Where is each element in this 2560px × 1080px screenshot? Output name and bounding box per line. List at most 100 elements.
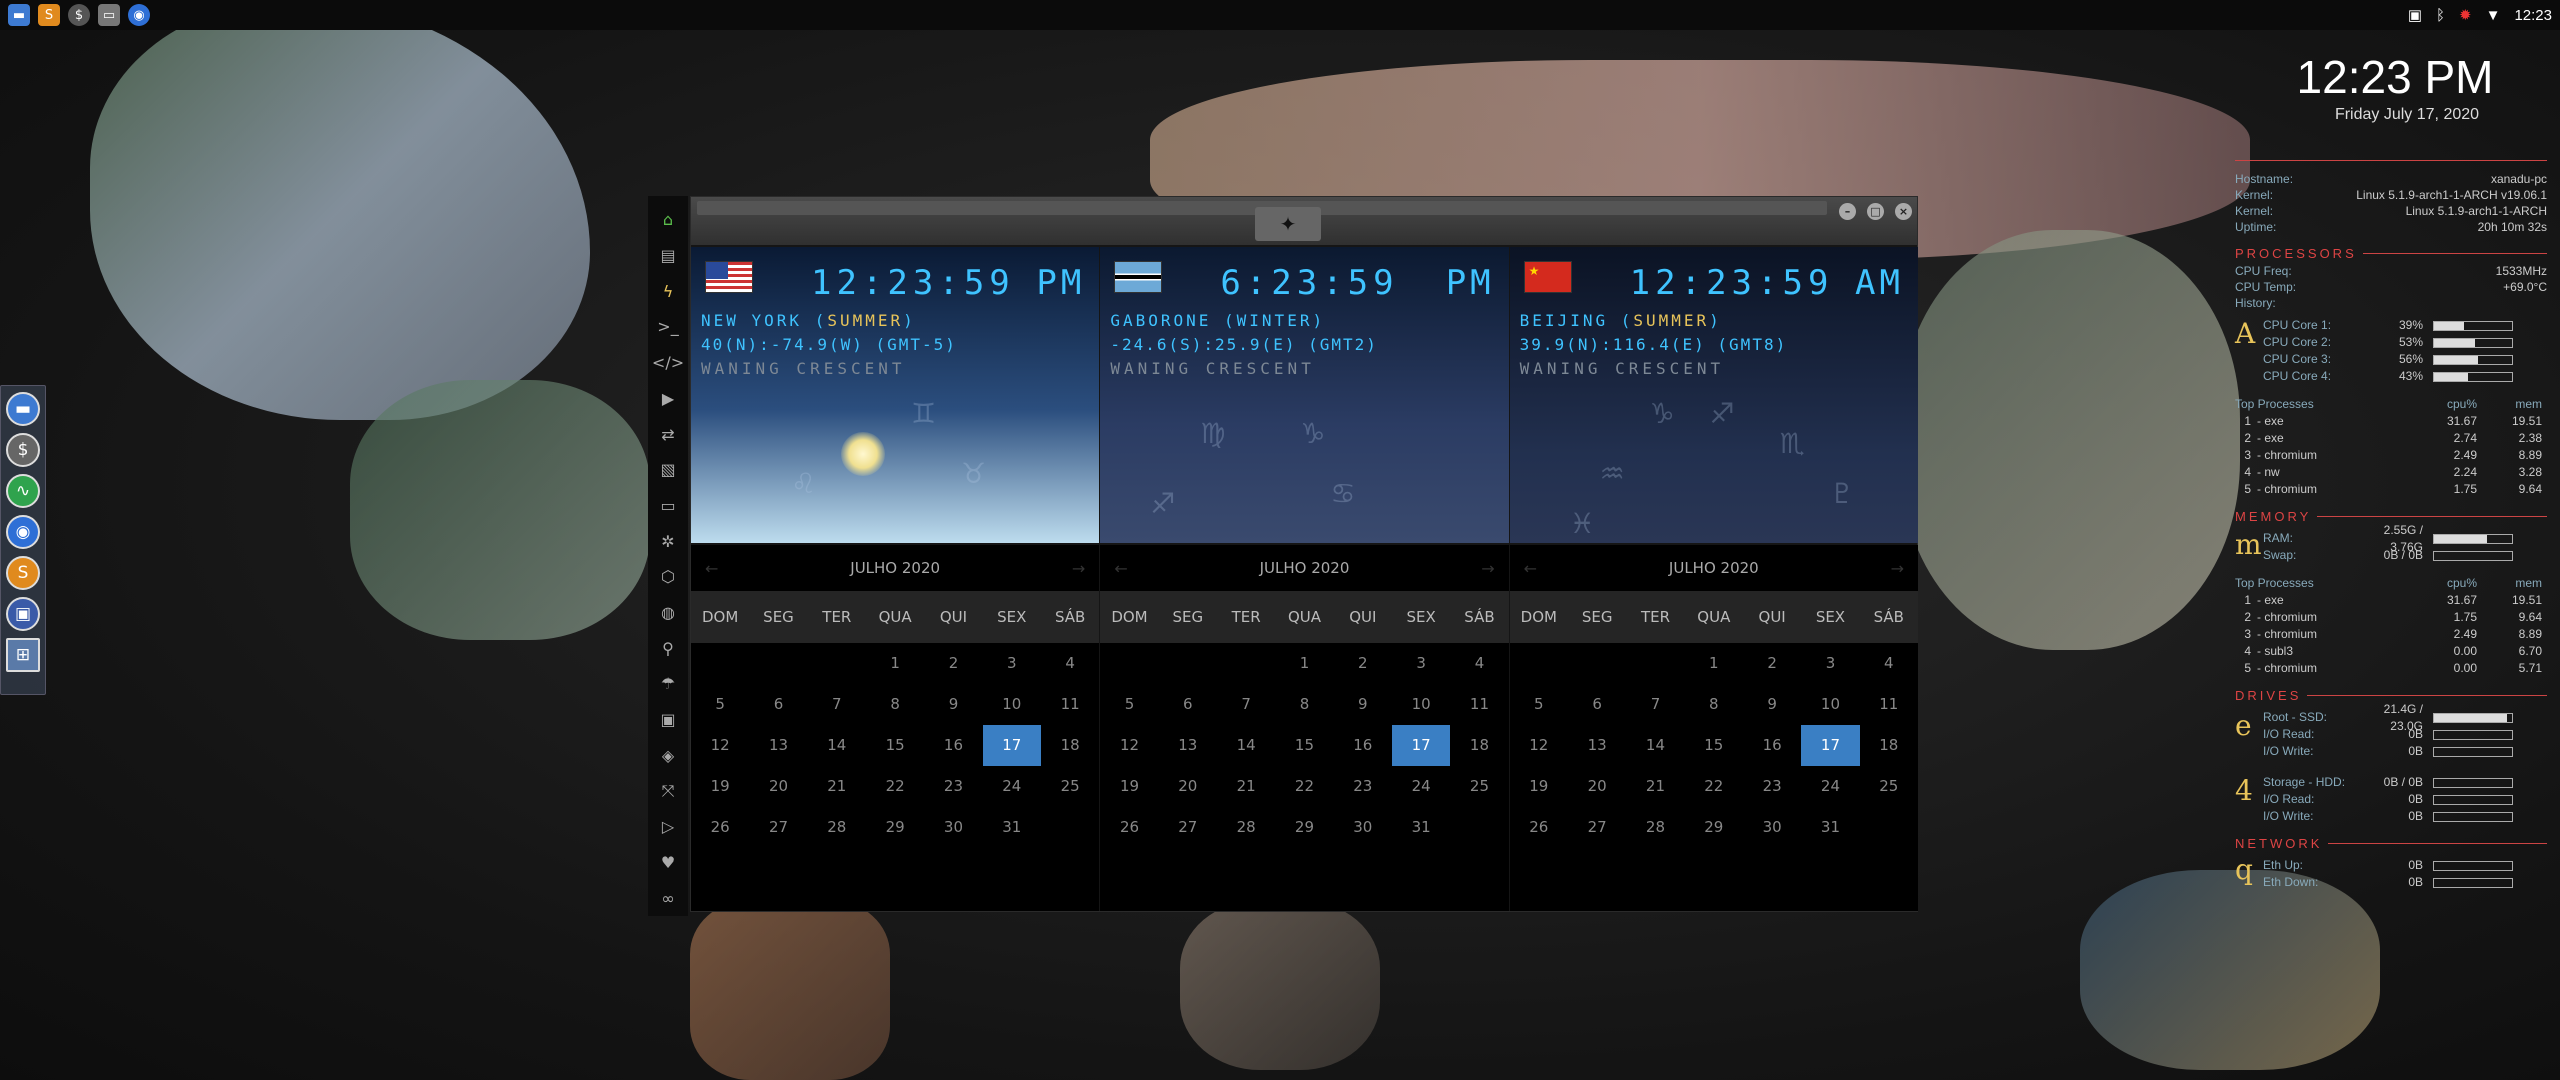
calendar-day[interactable]: 26 (691, 807, 749, 848)
calendar-day[interactable]: 7 (808, 684, 866, 725)
next-month-icon[interactable]: → (1481, 559, 1494, 578)
screenshot-icon[interactable]: ▣ (6, 597, 40, 631)
calendar-day[interactable]: 29 (1685, 807, 1743, 848)
calendar-day[interactable]: 28 (1217, 807, 1275, 848)
umbrella-icon[interactable]: ☂ (655, 666, 681, 702)
calendar-day[interactable]: 29 (866, 807, 924, 848)
calendar-day[interactable]: 28 (1626, 807, 1684, 848)
calendar-day[interactable]: 21 (1217, 766, 1275, 807)
calendar-day[interactable]: 6 (1159, 684, 1217, 725)
calendar-day[interactable]: 21 (1626, 766, 1684, 807)
terminal-icon[interactable]: >_ (655, 309, 681, 345)
calendar-day[interactable] (1568, 643, 1626, 684)
maximize-icon[interactable]: □ (1867, 203, 1884, 220)
heart-icon[interactable]: ♥ (655, 845, 681, 881)
calendar-day[interactable]: 5 (691, 684, 749, 725)
activity-icon[interactable]: ∿ (6, 474, 40, 508)
calendar-day[interactable]: 3 (1801, 643, 1859, 684)
calendar-day[interactable]: 19 (691, 766, 749, 807)
tray-clock[interactable]: 12:23 (2514, 7, 2552, 24)
chrome-icon[interactable]: ◉ (128, 4, 150, 26)
calendar-day[interactable]: 25 (1041, 766, 1099, 807)
prev-month-icon[interactable]: ← (1114, 559, 1127, 578)
image-icon[interactable]: ▧ (655, 452, 681, 488)
youtube-icon[interactable]: ▷ (655, 809, 681, 845)
calendar-day[interactable]: 26 (1100, 807, 1158, 848)
calendar-day[interactable]: 27 (749, 807, 807, 848)
calendar-day[interactable]: 16 (924, 725, 982, 766)
calendar-day[interactable]: 24 (1392, 766, 1450, 807)
calendar-day[interactable]: 14 (1217, 725, 1275, 766)
calendar-day[interactable]: 12 (691, 725, 749, 766)
calendar-day[interactable]: 14 (1626, 725, 1684, 766)
calendar-day[interactable]: 11 (1860, 684, 1918, 725)
sublime-icon[interactable]: S (6, 556, 40, 590)
calendar-day[interactable]: 16 (1743, 725, 1801, 766)
calendar-day[interactable]: 6 (749, 684, 807, 725)
calendar-day[interactable]: 2 (1334, 643, 1392, 684)
calendar-day[interactable]: 31 (983, 807, 1041, 848)
calendar-day[interactable]: 18 (1450, 725, 1508, 766)
calendar-day[interactable]: 18 (1041, 725, 1099, 766)
bluetooth-icon[interactable]: ᛒ (2436, 7, 2445, 24)
alert-icon[interactable]: ✹ (2459, 6, 2472, 24)
play-icon[interactable]: ▶ (655, 381, 681, 417)
calendar-day[interactable]: 22 (1685, 766, 1743, 807)
calendar-day[interactable]: 9 (924, 684, 982, 725)
calendar-day[interactable]: 5 (1100, 684, 1158, 725)
money-icon[interactable]: $ (6, 433, 40, 467)
calendar-day[interactable]: 14 (808, 725, 866, 766)
calendar-day[interactable]: 24 (983, 766, 1041, 807)
code-icon[interactable]: </> (652, 345, 684, 381)
document-icon[interactable]: ▤ (655, 238, 681, 274)
calendar-day[interactable]: 26 (1510, 807, 1568, 848)
calendar-day[interactable]: 15 (1275, 725, 1333, 766)
calendar-day[interactable]: 6 (1568, 684, 1626, 725)
calendar-day[interactable]: 18 (1860, 725, 1918, 766)
search-icon[interactable]: ⚲ (655, 630, 681, 666)
calendar-day[interactable]: 13 (1568, 725, 1626, 766)
calendar-day[interactable]: 25 (1450, 766, 1508, 807)
screenshot-icon[interactable]: ▣ (2408, 6, 2422, 24)
calendar-day[interactable]: 3 (983, 643, 1041, 684)
calendar-day[interactable]: 4 (1450, 643, 1508, 684)
calendar-day[interactable]: 31 (1392, 807, 1450, 848)
calendar-day[interactable]: 27 (1159, 807, 1217, 848)
calendar-day[interactable]: 15 (1685, 725, 1743, 766)
calendar-day[interactable]: 23 (1334, 766, 1392, 807)
calendar-day[interactable]: 29 (1275, 807, 1333, 848)
chrome-icon[interactable]: ◉ (6, 515, 40, 549)
calendar-day[interactable]: 9 (1743, 684, 1801, 725)
expand-icon[interactable]: ⤧ (655, 773, 681, 809)
card-icon[interactable]: ▭ (655, 488, 681, 524)
film-icon[interactable]: ✲ (655, 523, 681, 559)
calendar-day[interactable] (1450, 807, 1508, 848)
calendar-day[interactable]: 11 (1450, 684, 1508, 725)
prev-month-icon[interactable]: ← (1524, 559, 1537, 578)
calendar-day[interactable]: 12 (1100, 725, 1158, 766)
calendar-day[interactable]: 22 (1275, 766, 1333, 807)
calendar-day[interactable]: 8 (1275, 684, 1333, 725)
calendar-day[interactable]: 2 (1743, 643, 1801, 684)
calendar-day[interactable]: 7 (1217, 684, 1275, 725)
calendar-day[interactable] (808, 643, 866, 684)
window-titlebar[interactable]: ✦ – □ × (691, 197, 1917, 245)
calendar-day[interactable] (1041, 807, 1099, 848)
calendar-day[interactable]: 31 (1801, 807, 1859, 848)
globe-icon[interactable]: ◍ (655, 595, 681, 631)
calendar-day-today[interactable]: 17 (1801, 725, 1860, 766)
next-month-icon[interactable]: → (1072, 559, 1085, 578)
calendar-day[interactable]: 13 (749, 725, 807, 766)
calendar-day[interactable]: 28 (808, 807, 866, 848)
calendar-day[interactable]: 24 (1801, 766, 1859, 807)
calendar-day[interactable]: 19 (1510, 766, 1568, 807)
calendar-day[interactable]: 11 (1041, 684, 1099, 725)
tags-icon[interactable]: ◈ (655, 738, 681, 774)
calendar-day[interactable]: 21 (808, 766, 866, 807)
calendar-day[interactable] (1217, 643, 1275, 684)
files-icon[interactable]: ▬ (6, 392, 40, 426)
calendar-day-today[interactable]: 17 (982, 725, 1041, 766)
files-icon[interactable]: ▭ (98, 4, 120, 26)
calendar-day[interactable]: 3 (1392, 643, 1450, 684)
prev-month-icon[interactable]: ← (705, 559, 718, 578)
